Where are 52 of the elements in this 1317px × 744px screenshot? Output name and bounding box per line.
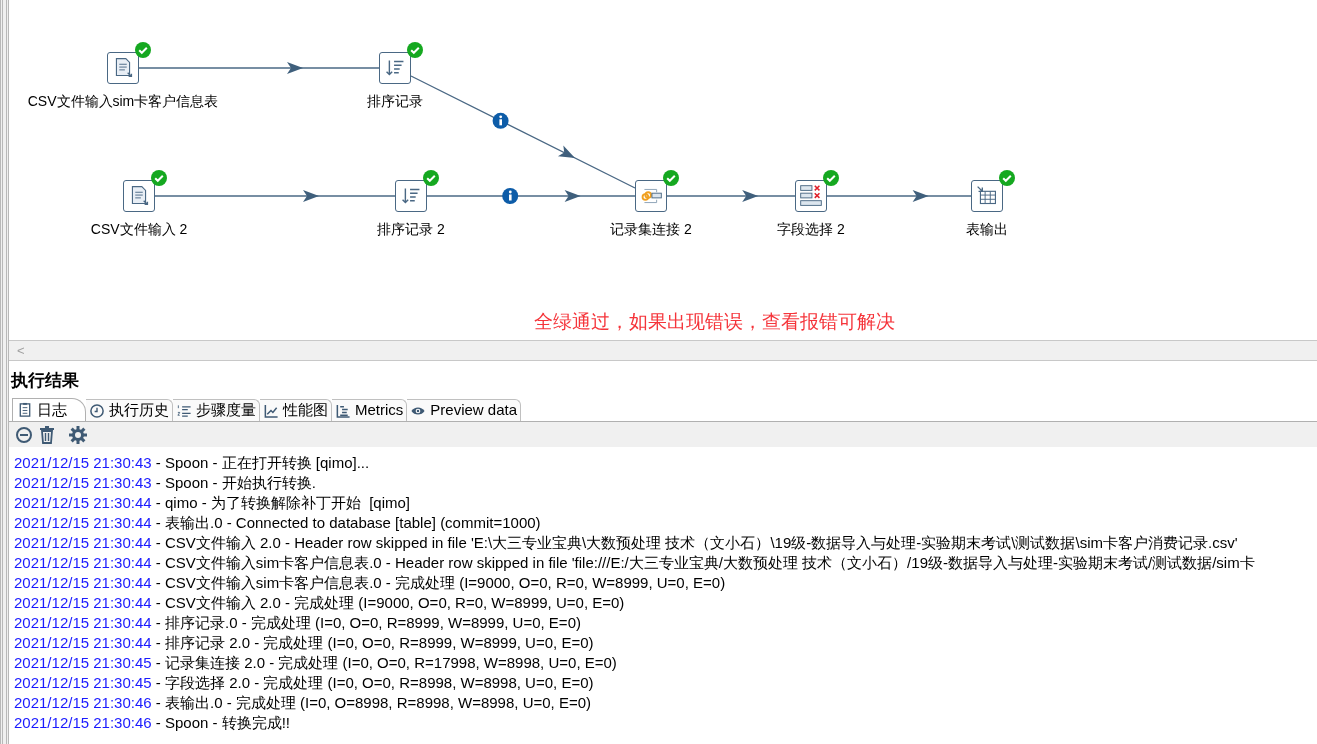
log-line: 2021/12/15 21:30:44 - CSV文件输入 2.0 - 完成处理 (I=9000, O=0, R=0, W=8999, U=0, E=0) (14, 593, 626, 613)
log-line: 2021/12/15 21:30:44 - 表输出.0 - Connected to database [table] (commit=1000) (14, 513, 542, 533)
chart-icon (335, 402, 351, 419)
log-line: 2021/12/15 21:30:44 - 排序记录 2.0 - 完成处理 (I=0, O=0, R=8999, W=8999, U=0, E=0) (14, 633, 595, 653)
tab[interactable]: 日志 (12, 398, 86, 421)
step-node[interactable] (379, 52, 411, 84)
step-node[interactable] (395, 180, 427, 212)
numbered-list-icon (176, 402, 192, 419)
step-label: CSV文件输入sim卡客户信息表 (27, 94, 219, 108)
clock-icon (89, 402, 105, 419)
settings-icon[interactable] (69, 425, 87, 444)
hop-arrow[interactable] (826, 190, 972, 202)
log-line: 2021/12/15 21:30:44 - qimo - 为了转换解除补丁开始 [qimo] (14, 493, 411, 513)
tab[interactable]: 步骤度量 (173, 399, 260, 421)
hop-arrow[interactable] (154, 190, 396, 202)
trash-icon[interactable] (39, 425, 55, 444)
step-node[interactable] (795, 180, 827, 212)
tab[interactable]: Preview data (407, 399, 522, 421)
log-line: 2021/12/15 21:30:45 - 记录集连接 2.0 - 完成处理 (I=0, O=0, R=17998, W=8998, U=0, E=0) (14, 653, 618, 673)
step-label: 排序记录 (367, 94, 423, 108)
step-node[interactable] (971, 180, 1003, 212)
stop-icon[interactable] (15, 425, 33, 444)
info-icon (502, 188, 519, 204)
tab[interactable]: 执行历史 (86, 399, 173, 421)
log-line: 2021/12/15 21:30:46 - Spoon - 转换完成!! (14, 713, 291, 733)
log-line: 2021/12/15 21:30:44 - CSV文件输入sim卡客户信息表.0 - 完成处理 (I=9000, O=0, R=0, W=8999, U=0, E=0) (14, 573, 727, 593)
log-line: 2021/12/15 21:30:45 - 字段选择 2.0 - 完成处理 (I=0, O=0, R=8998, W=8998, U=0, E=0) (14, 673, 595, 693)
panel-title: 执行结果 (11, 369, 79, 392)
step-node[interactable] (107, 52, 139, 84)
step-node[interactable] (123, 180, 155, 212)
log-line: 2021/12/15 21:30:44 - CSV文件输入 2.0 - Header row skipped in file 'E:\大三专业宝典\大数预处理 技术（文小石）\19级-数据导入与处理-实验期末考试\测试数据\sim卡客户消费记录.csv' (14, 533, 1239, 553)
step-label: 排序记录 2 (377, 222, 445, 236)
step-label: CSV文件输入 2 (90, 222, 188, 236)
tab[interactable]: Metrics (332, 399, 408, 421)
tab[interactable]: 性能图 (260, 399, 332, 421)
log-line: 2021/12/15 21:30:46 - 表输出.0 - 完成处理 (I=0, O=8998, R=8998, W=8998, U=0, E=0) (14, 693, 592, 713)
clipboard-icon (17, 402, 33, 418)
hop-arrow[interactable] (410, 75, 636, 189)
hop-arrow[interactable] (138, 62, 380, 74)
step-label: 表输出 (966, 222, 1008, 236)
info-icon (492, 112, 509, 129)
log-line: 2021/12/15 21:30:44 - CSV文件输入sim卡客户信息表.0 - Header row skipped in file 'file:///E:/大三专业宝典/大数预处理 技术（文小石）/19级-数据导入与处理-实验期末考试/测试数据/sim卡 (14, 553, 1256, 573)
hop-arrow[interactable] (666, 190, 796, 202)
hop-arrow[interactable] (426, 190, 636, 202)
step-label: 字段选择 2 (777, 222, 845, 236)
log-line: 2021/12/15 21:30:44 - 排序记录.0 - 完成处理 (I=0, O=0, R=8999, W=8999, U=0, E=0) (14, 613, 582, 633)
log-line: 2021/12/15 21:30:43 - Spoon - 正在打开转换 [qimo]... (14, 453, 371, 473)
step-node[interactable] (635, 180, 667, 212)
log-line: 2021/12/15 21:30:43 - Spoon - 开始执行转换. (14, 473, 317, 493)
chart-icon (263, 402, 279, 419)
step-label: 记录集连接 2 (610, 222, 692, 236)
annotation-text: 全绿通过，如果出现错误，查看报错可解决 (534, 310, 895, 334)
